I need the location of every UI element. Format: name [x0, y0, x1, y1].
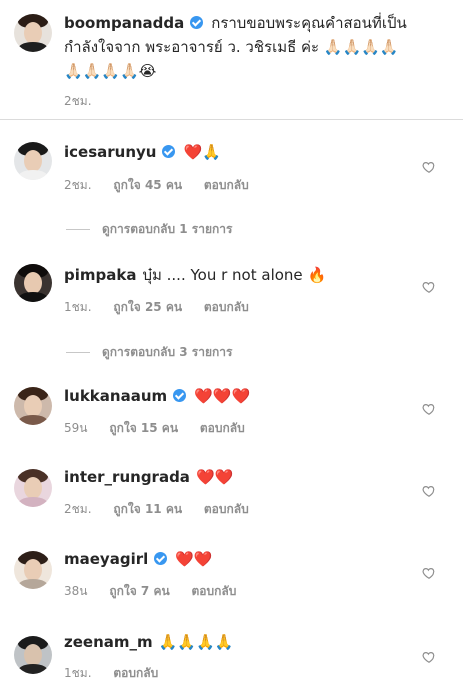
comment-emoji: 🙏🙏🙏🙏	[158, 633, 234, 651]
comment-likes[interactable]: ถูกใจ 45 คน	[113, 178, 182, 192]
replies-line	[66, 229, 90, 230]
replies-line	[66, 352, 90, 353]
like-heart-icon[interactable]	[422, 484, 436, 498]
like-heart-icon[interactable]	[422, 402, 436, 416]
reply-button[interactable]: ตอบกลับ	[204, 178, 249, 192]
reply-button[interactable]: ตอบกลับ	[192, 584, 237, 598]
comment-likes[interactable]: ถูกใจ 11 คน	[113, 502, 182, 516]
comment-body: inter_rungrada ❤️❤️	[64, 466, 233, 488]
verified-badge-icon	[173, 389, 187, 402]
view-replies-link[interactable]: ดูการตอบกลับ 3 รายการ	[66, 343, 232, 362]
commenter-avatar[interactable]	[14, 142, 52, 180]
caption-line2-row: กำลังใจจาก พระอาจารย์ ว. วชิรเมธี ค่ะ 🙏🏻…	[64, 36, 399, 58]
like-heart-icon[interactable]	[422, 566, 436, 580]
comment-time: 38น	[64, 584, 88, 598]
like-heart-icon[interactable]	[422, 280, 436, 294]
caption-line2-emoji: 🙏🏻🙏🏻🙏🏻🙏🏻	[323, 38, 399, 56]
comment-emoji: ❤️❤️	[195, 468, 234, 486]
comment-emoji: ❤️🙏	[183, 143, 221, 161]
comment-emoji: 🔥	[307, 266, 327, 284]
comment-text: บุ๋ม .... You r not alone	[142, 266, 303, 284]
comment-time: 59น	[64, 421, 88, 435]
verified-badge-icon	[162, 145, 176, 158]
comment-body: icesarunyu ❤️🙏	[64, 141, 221, 163]
author-username[interactable]: boompanadda	[64, 14, 184, 32]
comment-meta: 1ชม. ถูกใจ 25 คน ตอบกลับ	[64, 298, 267, 317]
caption-meta: 2ชม.	[64, 92, 110, 111]
comment-time: 2ชม.	[64, 502, 92, 516]
comment-likes[interactable]: ถูกใจ 25 คน	[113, 300, 182, 314]
comment-body: lukkanaaum ❤️❤️❤️	[64, 385, 250, 407]
comment-meta: 2ชม. ถูกใจ 45 คน ตอบกลับ	[64, 176, 267, 195]
comment-emoji: ❤️❤️	[175, 550, 213, 568]
caption-divider	[0, 119, 463, 120]
comment-likes[interactable]: ถูกใจ 15 คน	[109, 421, 178, 435]
comment-emoji: ❤️❤️❤️	[194, 387, 251, 405]
commenter-username[interactable]: maeyagirl	[64, 550, 148, 568]
caption-line2: กำลังใจจาก พระอาจารย์ ว. วชิรเมธี ค่ะ	[64, 38, 320, 56]
comment-meta: 1ชม. ตอบกลับ	[64, 664, 176, 683]
caption-line3-row: 🙏🏻🙏🏻🙏🏻🙏🏻😭	[64, 60, 156, 82]
commenter-username[interactable]: icesarunyu	[64, 143, 156, 161]
caption-text: boompanadda กราบขอบพระคุณคำสอนที่เป็น	[64, 12, 407, 34]
comment-body: zeenam_m 🙏🙏🙏🙏	[64, 631, 233, 653]
comment-body: maeyagirl ❤️❤️	[64, 548, 213, 570]
verified-badge-icon	[154, 552, 168, 565]
like-heart-icon[interactable]	[422, 650, 436, 664]
comment-meta: 2ชม. ถูกใจ 11 คน ตอบกลับ	[64, 500, 267, 519]
commenter-username[interactable]: lukkanaaum	[64, 387, 167, 405]
comment-body: pimpaka บุ๋ม .... You r not alone 🔥	[64, 264, 326, 286]
commenter-username[interactable]: inter_rungrada	[64, 468, 190, 486]
comment-time: 1ชม.	[64, 666, 92, 680]
reply-button[interactable]: ตอบกลับ	[200, 421, 245, 435]
commenter-avatar[interactable]	[14, 387, 52, 425]
commenter-avatar[interactable]	[14, 264, 52, 302]
commenter-username[interactable]: pimpaka	[64, 266, 136, 284]
verified-badge-icon	[190, 16, 204, 29]
author-avatar[interactable]	[14, 14, 52, 52]
comment-meta: 38น ถูกใจ 7 คน ตอบกลับ	[64, 582, 254, 601]
like-heart-icon[interactable]	[422, 160, 436, 174]
comment-likes[interactable]: ถูกใจ 7 คน	[109, 584, 169, 598]
comment-meta: 59น ถูกใจ 15 คน ตอบกลับ	[64, 419, 263, 438]
post-caption: boompanadda กราบขอบพระคุณคำสอนที่เป็น กำล…	[0, 0, 463, 119]
caption-time: 2ชม.	[64, 94, 92, 108]
caption-line1: กราบขอบพระคุณคำสอนที่เป็น	[211, 14, 407, 32]
reply-button[interactable]: ตอบกลับ	[204, 300, 249, 314]
view-replies-label: ดูการตอบกลับ 3 รายการ	[102, 345, 233, 359]
reply-button[interactable]: ตอบกลับ	[113, 666, 158, 680]
reply-button[interactable]: ตอบกลับ	[204, 502, 249, 516]
comment-time: 1ชม.	[64, 300, 92, 314]
caption-line3-emoji: 🙏🏻🙏🏻🙏🏻🙏🏻😭	[64, 62, 157, 80]
view-replies-label: ดูการตอบกลับ 1 รายการ	[102, 222, 233, 236]
commenter-username[interactable]: zeenam_m	[64, 633, 153, 651]
view-replies-link[interactable]: ดูการตอบกลับ 1 รายการ	[66, 220, 232, 239]
commenter-avatar[interactable]	[14, 551, 52, 589]
commenter-avatar[interactable]	[14, 469, 52, 507]
commenter-avatar[interactable]	[14, 636, 52, 674]
comment-time: 2ชม.	[64, 178, 92, 192]
